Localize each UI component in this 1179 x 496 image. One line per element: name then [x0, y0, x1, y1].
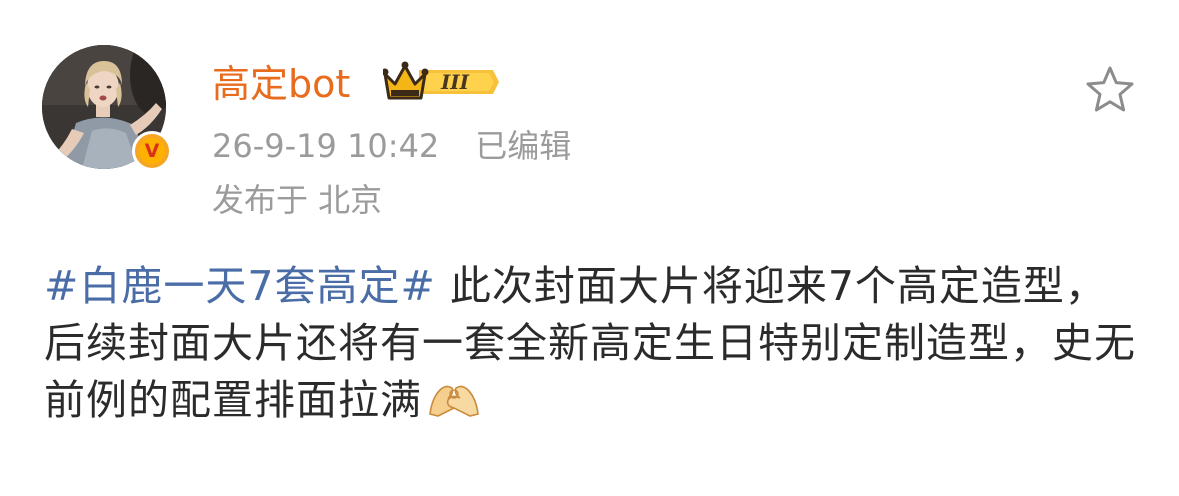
post-timestamp: 26-9-19 10:42: [212, 127, 440, 165]
username[interactable]: 高定bot: [212, 60, 350, 108]
avatar-container[interactable]: V: [42, 45, 172, 173]
ok-hands-emoji-icon: [429, 385, 479, 417]
weibo-post: V 高定bot III 26-9-19 10:42 已编辑 发布于 北京 #白鹿一…: [0, 0, 1179, 496]
star-outline-icon[interactable]: [1084, 64, 1136, 116]
hashtag-link[interactable]: #白鹿一天7套高定#: [44, 262, 436, 310]
verified-mark: V: [139, 138, 165, 164]
edited-label[interactable]: 已编辑: [475, 127, 571, 165]
post-meta: 26-9-19 10:42 已编辑: [212, 126, 571, 166]
verified-icon: V: [132, 131, 172, 171]
post-location: 发布于 北京: [212, 181, 383, 219]
member-crown-icon[interactable]: III: [383, 60, 499, 104]
member-level-text: III: [440, 70, 470, 94]
post-body: #白鹿一天7套高定# 此次封面大片将迎来7个高定造型，后续封面大片还将有一套全新…: [44, 258, 1144, 429]
